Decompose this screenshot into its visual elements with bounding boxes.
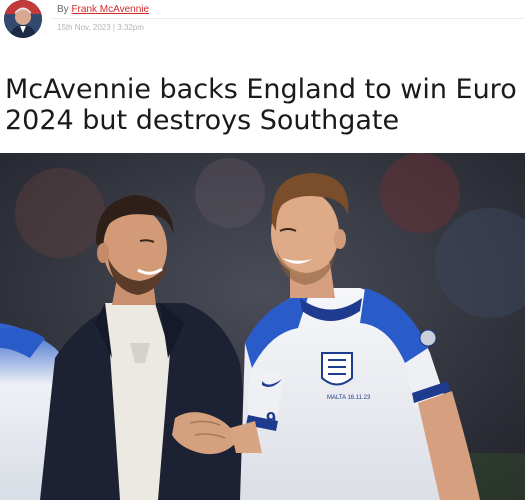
article-headline: McAvennie backs England to win Euro 2024… [5,74,517,136]
shirt-number: 9 [266,409,276,429]
article-byline: By Frank McAvennie 15th Nov, 2023 | 3:32… [0,0,525,40]
match-badge-text: MALTA 16.11.23 [327,395,371,401]
byline-prefix: By [57,4,69,15]
byline-author-row: By Frank McAvennie [57,4,149,15]
byline-divider [50,18,525,19]
article-hero-image[interactable]: MALTA 16.11.23 9 [0,153,525,500]
author-link[interactable]: Frank McAvennie [71,4,149,15]
author-avatar[interactable] [4,0,42,38]
publish-date: 15th Nov, 2023 | 3:32pm [57,23,144,32]
